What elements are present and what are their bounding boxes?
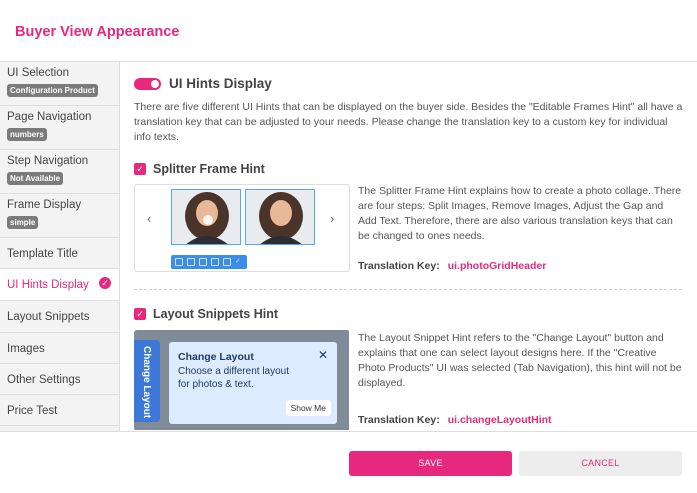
sidebar-item-label: Template Title bbox=[7, 248, 78, 260]
photo-right bbox=[245, 189, 315, 245]
status-badge: numbers bbox=[7, 128, 47, 141]
layout-hint-checkbox[interactable]: ✓ bbox=[134, 308, 146, 320]
main-panel: UI Hints Display There are five differen… bbox=[120, 62, 697, 431]
sidebar-item-layout-snippets[interactable]: Layout Snippets bbox=[0, 301, 119, 333]
ui-hints-toggle[interactable] bbox=[134, 78, 161, 90]
sidebar-item-frame-display[interactable]: Frame Display simple bbox=[0, 194, 119, 238]
divider bbox=[134, 289, 682, 290]
translation-key-value: ui.photoGridHeader bbox=[447, 260, 547, 272]
preview-background: Change Layout Change Layout Choose a dif… bbox=[134, 330, 349, 430]
photo-left bbox=[171, 189, 241, 245]
check-circle-icon: ✓ bbox=[99, 277, 111, 289]
chevron-left-icon: ‹ bbox=[147, 211, 152, 226]
check-icon: ✓ bbox=[235, 258, 241, 265]
splitter-translation-key: Translation Key: ui.photoGridHeader bbox=[358, 260, 546, 272]
sidebar-item-label: Other Settings bbox=[7, 374, 81, 386]
show-me-button: Show Me bbox=[285, 400, 331, 416]
splitter-hint-checkbox[interactable]: ✓ bbox=[134, 163, 146, 175]
delete-icon bbox=[211, 258, 219, 266]
sidebar-item-label: UI Selection bbox=[7, 67, 70, 79]
sidebar-item-other-settings[interactable]: Other Settings bbox=[0, 364, 119, 395]
splitter-hint-text: The Splitter Frame Hint explains how to … bbox=[358, 185, 682, 242]
splitter-hint-preview: ‹ › ✓ bbox=[134, 184, 350, 272]
sidebar-item-label: Page Navigation bbox=[7, 111, 92, 123]
page-title: Buyer View Appearance bbox=[15, 24, 180, 40]
section-description: There are five different UI Hints that c… bbox=[134, 101, 683, 143]
change-layout-tooltip: Change Layout Choose a different layout … bbox=[169, 342, 337, 424]
split-icon bbox=[187, 258, 195, 266]
sidebar-item-label: Price Test bbox=[7, 405, 58, 417]
translation-key-label: Translation Key: bbox=[358, 260, 440, 272]
header: Buyer View Appearance bbox=[0, 0, 697, 62]
splitter-hint-title: Splitter Frame Hint bbox=[153, 162, 265, 176]
footer: SAVE CANCEL bbox=[0, 431, 697, 493]
gap-icon bbox=[223, 258, 231, 266]
sidebar-item-label: UI Hints Display bbox=[7, 279, 89, 291]
sidebar-item-label: Step Navigation bbox=[7, 155, 89, 167]
layout-hint-preview: Change Layout Change Layout Choose a dif… bbox=[134, 330, 350, 431]
toggle-knob bbox=[151, 80, 159, 88]
sidebar-item-ui-selection[interactable]: UI Selection Configuration Product bbox=[0, 62, 119, 106]
cancel-button[interactable]: CANCEL bbox=[519, 451, 682, 476]
translation-key-label: Translation Key: bbox=[358, 414, 440, 426]
section-title: UI Hints Display bbox=[169, 76, 272, 91]
sidebar-item-step-navigation[interactable]: Step Navigation Not Available bbox=[0, 150, 119, 194]
layout-translation-key: Translation Key: ui.changeLayoutHint bbox=[358, 414, 552, 426]
split-icon bbox=[175, 258, 183, 266]
sidebar-item-label: Images bbox=[7, 343, 45, 355]
chevron-right-icon: › bbox=[330, 211, 335, 226]
sidebar-item-page-navigation[interactable]: Page Navigation numbers bbox=[0, 106, 119, 150]
layout-hint-title: Layout Snippets Hint bbox=[153, 307, 278, 321]
tooltip-text: Choose a different layout for photos & t… bbox=[178, 366, 290, 390]
close-icon: ✕ bbox=[317, 348, 328, 362]
sidebar-item-label: Layout Snippets bbox=[7, 311, 90, 323]
sidebar: UI Selection Configuration Product Page … bbox=[0, 62, 120, 431]
sidebar-item-template-title[interactable]: Template Title bbox=[0, 238, 119, 269]
sidebar-item-label: Frame Display bbox=[7, 199, 82, 211]
layout-hint-text: The Layout Snippet Hint refers to the "C… bbox=[358, 332, 682, 389]
save-button[interactable]: SAVE bbox=[349, 451, 512, 476]
status-badge: simple bbox=[7, 216, 39, 229]
translation-key-value: ui.changeLayoutHint bbox=[447, 414, 552, 426]
sidebar-item-images[interactable]: Images bbox=[0, 333, 119, 364]
sidebar-item-price-test[interactable]: Price Test bbox=[0, 395, 119, 426]
status-badge: Not Available bbox=[7, 172, 64, 185]
image-icon bbox=[199, 258, 207, 266]
mini-toolbar: ✓ bbox=[171, 255, 247, 269]
change-layout-tab: Change Layout bbox=[134, 340, 160, 422]
tooltip-title: Change Layout bbox=[178, 351, 254, 363]
status-badge: Configuration Product bbox=[7, 84, 98, 97]
sidebar-item-ui-hints-display[interactable]: UI Hints Display ✓ bbox=[0, 269, 119, 301]
